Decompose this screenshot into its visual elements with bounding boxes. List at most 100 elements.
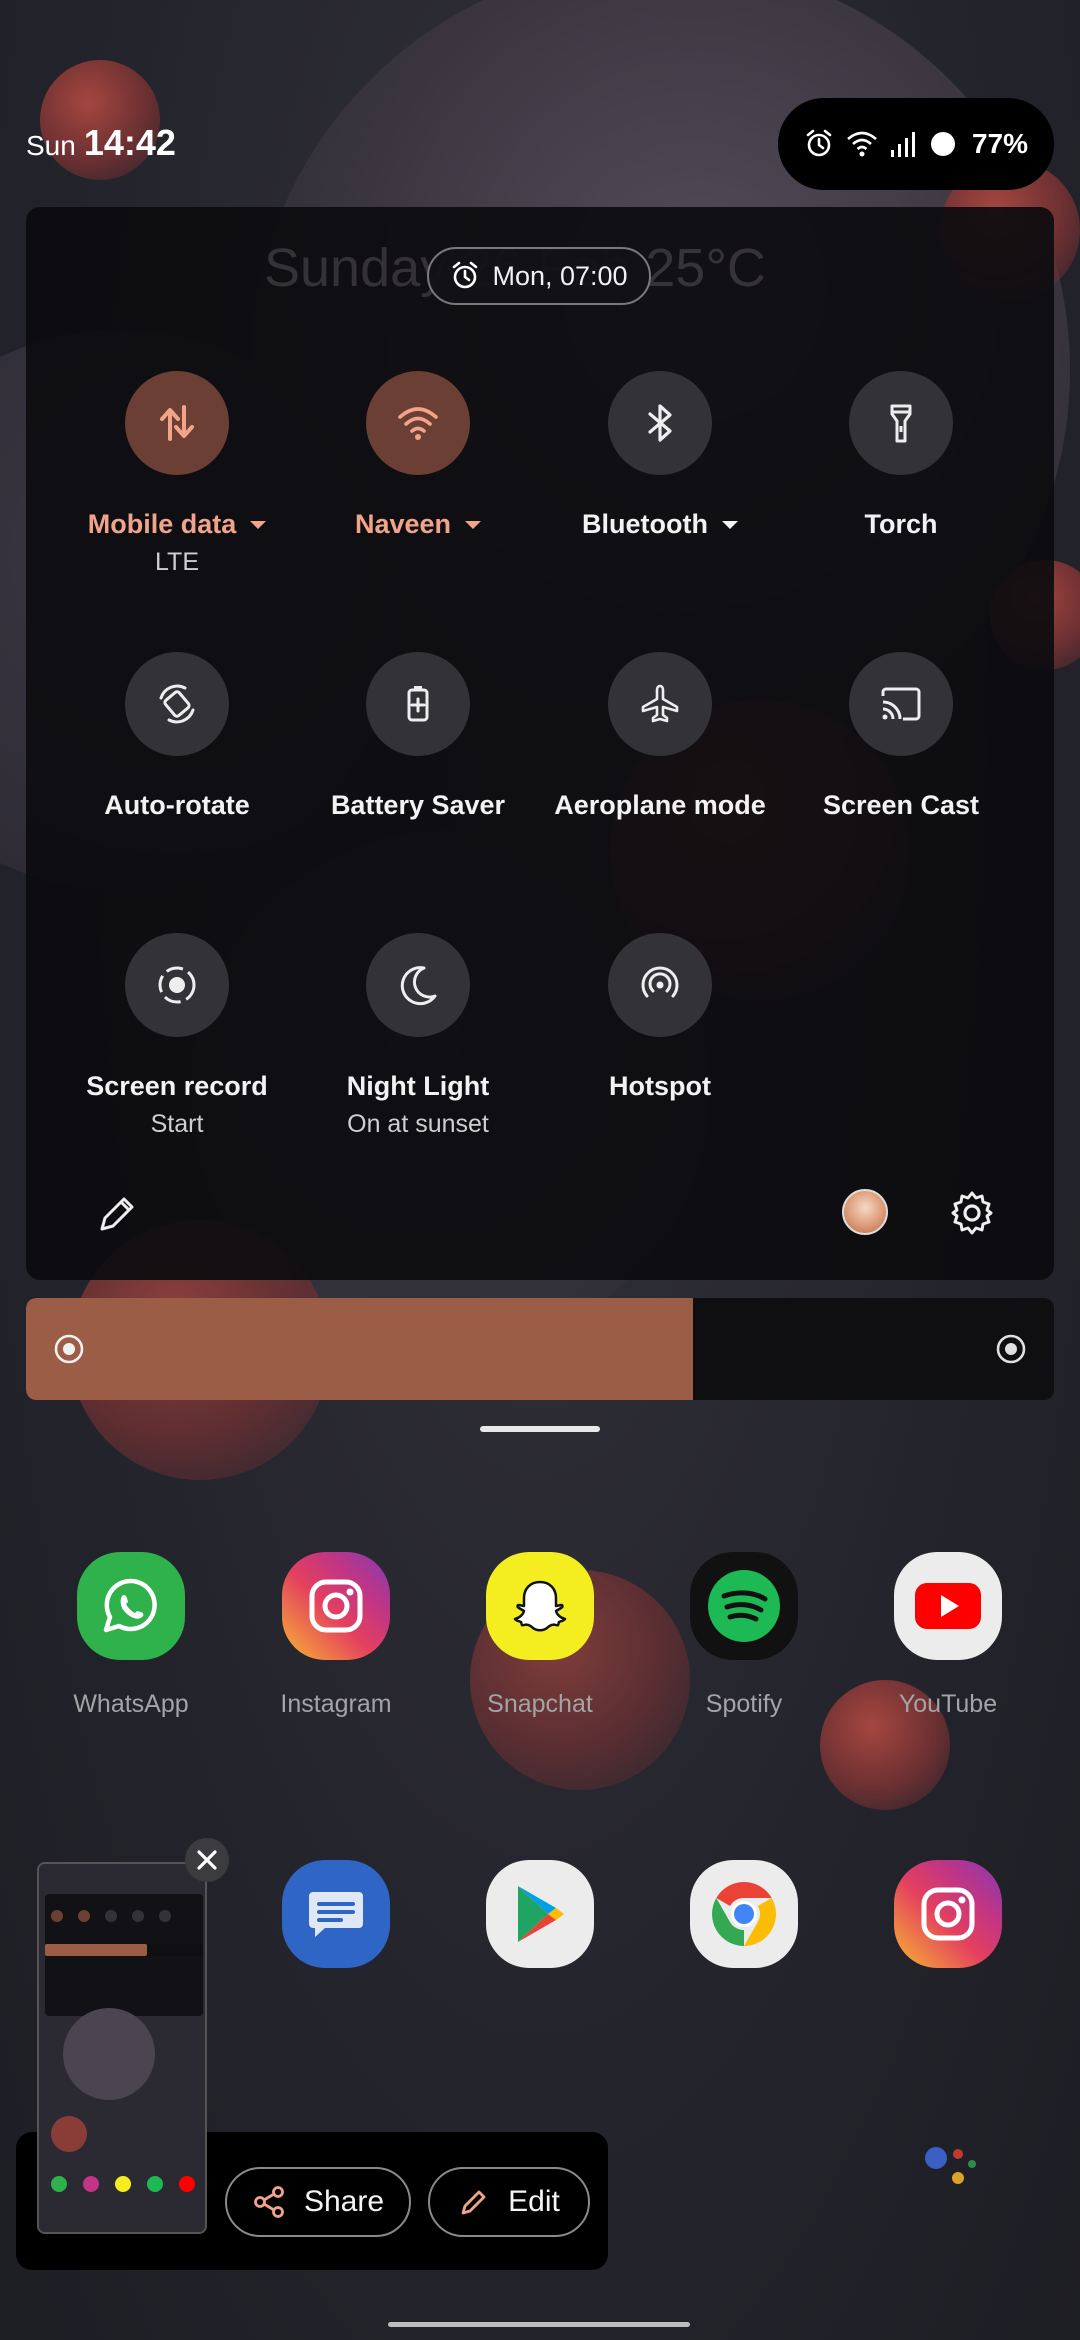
app-instagram[interactable]: Instagram: [261, 1552, 411, 1719]
battery-saver-status-icon: [930, 132, 955, 156]
tile-night-light[interactable]: Night Light On at sunset: [298, 933, 538, 1139]
tile-battery-saver-button[interactable]: [366, 652, 470, 756]
close-screenshot-button[interactable]: [185, 1838, 229, 1882]
tile-mobile-data-button[interactable]: [125, 371, 229, 475]
brightness-slider-fill: [26, 1298, 694, 1400]
share-icon: [254, 2186, 284, 2218]
app-spotify[interactable]: Spotify: [669, 1552, 819, 1719]
tile-screen-cast-label: Screen Cast: [781, 790, 1021, 821]
tile-label-text: Screen record: [86, 1071, 268, 1101]
tile-bluetooth[interactable]: Bluetooth: [540, 371, 780, 540]
snapchat-icon[interactable]: [486, 1552, 594, 1660]
edit-pencil-icon[interactable]: [92, 1189, 142, 1239]
app-label: Instagram: [280, 1690, 392, 1718]
chevron-down-icon[interactable]: [250, 520, 267, 529]
shade-drag-handle[interactable]: [480, 1426, 600, 1432]
tile-screen-record[interactable]: Screen record Start: [57, 933, 297, 1139]
tile-bluetooth-button[interactable]: [608, 371, 712, 475]
app-label: YouTube: [898, 1690, 998, 1718]
youtube-icon[interactable]: [894, 1552, 1002, 1660]
gear-icon[interactable]: [946, 1187, 998, 1239]
tile-aeroplane-mode-button[interactable]: [608, 652, 712, 756]
screenshot-preview-image: [39, 1864, 205, 2232]
tile-torch[interactable]: Torch: [781, 371, 1021, 540]
google-assistant-icon[interactable]: [922, 2140, 982, 2190]
close-icon: [197, 1850, 217, 1870]
chrome-icon[interactable]: [690, 1860, 798, 1968]
tile-label-text: Naveen: [354, 509, 452, 539]
tile-label-text: Torch: [864, 509, 938, 539]
dock-instagram[interactable]: [873, 1860, 1023, 1968]
whatsapp-icon[interactable]: [77, 1552, 185, 1660]
auto-rotate-icon: [159, 684, 195, 724]
airplane-icon: [641, 684, 679, 723]
instagram-icon[interactable]: [894, 1860, 1002, 1968]
tile-label-text: Auto-rotate: [104, 790, 250, 820]
battery-saver-icon: [407, 686, 429, 722]
alarm-icon: [806, 129, 832, 157]
chevron-down-icon[interactable]: [721, 520, 738, 529]
next-alarm-chip[interactable]: Mon, 07:00: [427, 247, 651, 305]
app-label: Snapchat: [487, 1690, 593, 1718]
screenshot-thumbnail[interactable]: [37, 1862, 207, 2234]
alarm-icon: [453, 261, 478, 289]
tile-auto-rotate[interactable]: Auto-rotate: [57, 652, 297, 821]
tile-hotspot-label: Hotspot: [540, 1071, 780, 1102]
tile-screen-cast[interactable]: Screen Cast: [781, 652, 1021, 821]
tile-wifi[interactable]: Naveen: [298, 371, 538, 540]
tile-wifi-button[interactable]: [366, 371, 470, 475]
instagram-icon[interactable]: [282, 1552, 390, 1660]
screen-record-icon: [158, 966, 196, 1004]
navigation-gesture-bar[interactable]: [388, 2322, 690, 2327]
next-alarm-label: Mon, 07:00: [492, 260, 628, 291]
messages-icon[interactable]: [282, 1860, 390, 1968]
wifi-icon: [398, 407, 438, 440]
swap-vertical-icon: [160, 405, 194, 441]
brightness-slider[interactable]: [26, 1298, 1054, 1400]
moon-icon: [400, 966, 437, 1006]
tile-mobile-data[interactable]: Mobile data LTE: [57, 371, 297, 577]
share-label: Share: [303, 2185, 385, 2218]
edit-button[interactable]: Edit: [428, 2167, 590, 2237]
chevron-down-icon[interactable]: [465, 520, 482, 529]
share-button[interactable]: Share: [225, 2167, 411, 2237]
tile-night-light-label: Night Light: [298, 1071, 538, 1102]
play-store-icon[interactable]: [486, 1860, 594, 1968]
status-icons: 77%: [778, 98, 1054, 190]
app-snapchat[interactable]: Snapchat: [465, 1552, 615, 1719]
app-whatsapp[interactable]: WhatsApp: [56, 1552, 206, 1719]
status-day: Sun: [26, 130, 76, 161]
tile-auto-rotate-label: Auto-rotate: [57, 790, 297, 821]
dock-chrome[interactable]: [669, 1860, 819, 1968]
spotify-icon[interactable]: [690, 1552, 798, 1660]
tile-hotspot-button[interactable]: [608, 933, 712, 1037]
brightness-high-icon: [996, 1334, 1026, 1364]
tile-night-light-status: On at sunset: [347, 1110, 489, 1138]
app-label: Spotify: [705, 1690, 783, 1718]
tile-hotspot[interactable]: Hotspot: [540, 933, 780, 1102]
signal-icon: [890, 132, 915, 157]
tile-label-text: Aeroplane mode: [554, 790, 766, 820]
tile-auto-rotate-button[interactable]: [125, 652, 229, 756]
hotspot-icon: [641, 966, 679, 998]
tile-night-light-button[interactable]: [366, 933, 470, 1037]
pencil-icon: [461, 2190, 486, 2215]
tile-mobile-data-label: Mobile data: [57, 509, 297, 540]
wifi-status-icon: [847, 131, 877, 157]
dock-play-store[interactable]: [465, 1860, 615, 1968]
dock-messages[interactable]: [261, 1860, 411, 1968]
tile-label-text: Bluetooth: [582, 509, 708, 539]
tile-screen-record-status: Start: [150, 1110, 204, 1138]
tile-label-text: Hotspot: [609, 1071, 711, 1101]
user-avatar[interactable]: [842, 1189, 888, 1235]
tile-torch-button[interactable]: [849, 371, 953, 475]
tile-screen-cast-button[interactable]: [849, 652, 953, 756]
app-youtube[interactable]: YouTube: [873, 1552, 1023, 1719]
tile-wifi-label: Naveen: [298, 509, 538, 540]
tile-battery-saver[interactable]: Battery Saver: [298, 652, 538, 821]
tile-aeroplane-mode[interactable]: Aeroplane mode: [540, 652, 780, 821]
quick-settings-panel: Sunday 26 Feb 25°C Mon, 07:00 Mobile dat…: [26, 207, 1054, 1280]
tile-aeroplane-mode-label: Aeroplane mode: [540, 790, 780, 821]
tile-bluetooth-label: Bluetooth: [540, 509, 780, 540]
tile-screen-record-button[interactable]: [125, 933, 229, 1037]
